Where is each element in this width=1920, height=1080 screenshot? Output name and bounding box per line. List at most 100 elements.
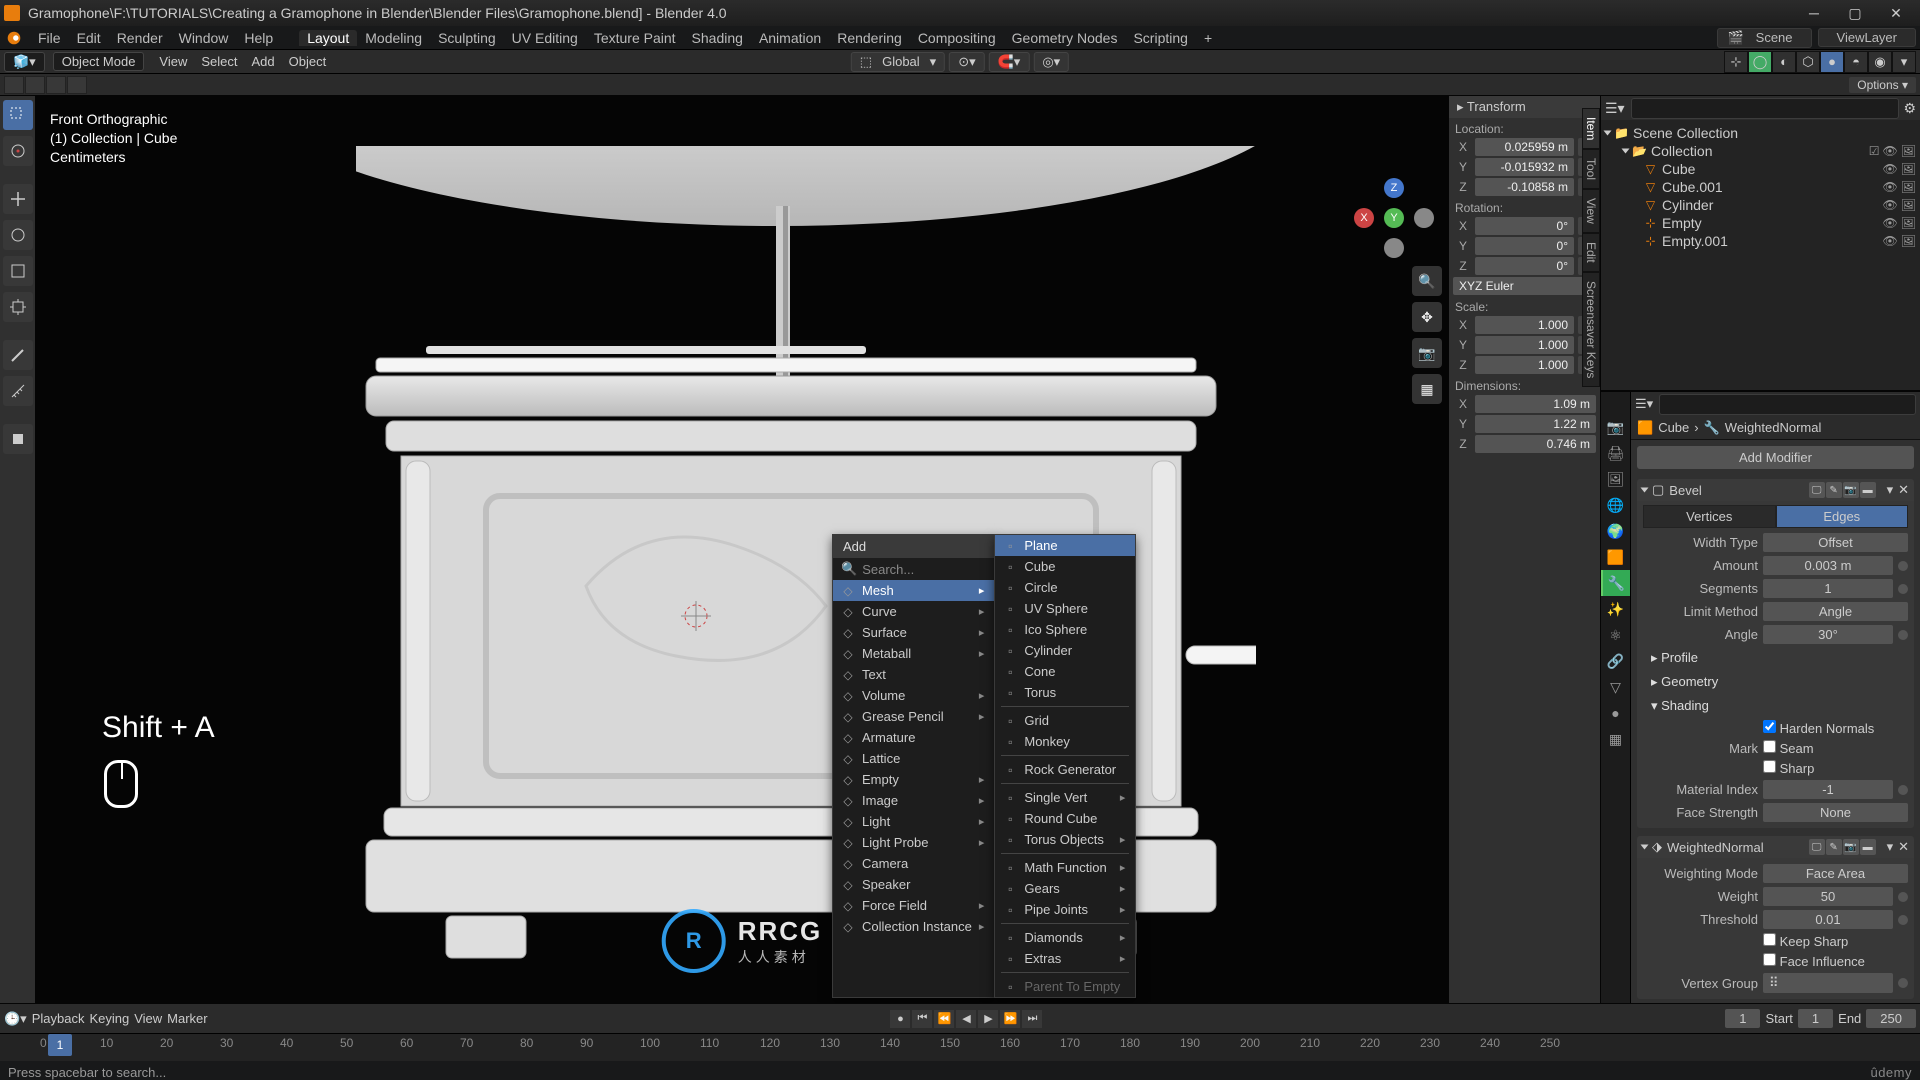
timeline-playback[interactable]: Playback bbox=[32, 1011, 85, 1026]
outliner-tree[interactable]: 📁Scene Collection 📂Collection☑👁🖼 ▽Cube👁🖼… bbox=[1601, 120, 1920, 390]
xray-toggle[interactable]: ◐ bbox=[1772, 51, 1796, 73]
angle[interactable]: 30° bbox=[1763, 625, 1893, 644]
mesh-item-torus-objects[interactable]: ▫Torus Objects▸ bbox=[995, 829, 1135, 850]
outliner-item[interactable]: ⊹Empty👁🖼 bbox=[1603, 214, 1918, 232]
pivot-dropdown[interactable]: ⊙▾ bbox=[949, 52, 984, 72]
workspace-tab[interactable]: Shading bbox=[684, 30, 751, 46]
prop-tab-physics[interactable]: ⚛ bbox=[1601, 622, 1630, 648]
proportional-toggle[interactable]: ◎▾ bbox=[1033, 52, 1069, 72]
props-type-icon[interactable]: ☰▾ bbox=[1635, 396, 1653, 412]
playhead[interactable]: 1 bbox=[48, 1034, 72, 1056]
tool-rotate[interactable] bbox=[3, 220, 33, 250]
mesh-item-torus[interactable]: ▫Torus bbox=[995, 682, 1135, 703]
close-button[interactable]: ✕ bbox=[1876, 2, 1916, 24]
rotation-mode[interactable]: XYZ Euler bbox=[1453, 277, 1596, 295]
weighting-mode[interactable]: Face Area bbox=[1763, 864, 1908, 883]
end-frame[interactable]: 250 bbox=[1866, 1009, 1916, 1028]
add-item-speaker[interactable]: ◇Speaker bbox=[833, 874, 994, 895]
prev-key-icon[interactable]: ⏪ bbox=[934, 1010, 954, 1028]
snap-toggle[interactable]: 🧲▾ bbox=[989, 52, 1030, 72]
mod-close-icon[interactable]: ✕ bbox=[1898, 839, 1909, 855]
prop-tab-constraints[interactable]: 🔗 bbox=[1601, 648, 1630, 674]
mesh-item-circle[interactable]: ▫Circle bbox=[995, 577, 1135, 598]
add-item-image[interactable]: ◇Image▸ bbox=[833, 790, 994, 811]
prop-tab-viewlayer[interactable]: 🖼 bbox=[1601, 466, 1630, 492]
prop-tab-output[interactable]: 🖨 bbox=[1601, 440, 1630, 466]
segments[interactable]: 1 bbox=[1763, 579, 1893, 598]
minimize-button[interactable]: ─ bbox=[1794, 2, 1834, 24]
tool-scale[interactable] bbox=[3, 256, 33, 286]
timeline-keying[interactable]: Keying bbox=[89, 1011, 129, 1026]
mod-edit-icon[interactable]: ✎ bbox=[1826, 482, 1842, 498]
tool-transform[interactable] bbox=[3, 292, 33, 322]
prop-tab-render[interactable]: 📷 bbox=[1601, 414, 1630, 440]
gizmo-neg-icon[interactable] bbox=[1414, 208, 1434, 228]
mod-render-icon[interactable]: 📷 bbox=[1843, 839, 1859, 855]
autokey-icon[interactable]: ● bbox=[890, 1010, 910, 1028]
add-item-empty[interactable]: ◇Empty▸ bbox=[833, 769, 994, 790]
options-popover[interactable]: Options ▾ bbox=[1849, 77, 1916, 93]
mod-cage-icon[interactable]: ▬ bbox=[1860, 482, 1876, 498]
invert-icon[interactable] bbox=[1898, 978, 1908, 988]
dim-z[interactable]: 0.746 m bbox=[1475, 435, 1596, 453]
mod-edit-icon[interactable]: ✎ bbox=[1826, 839, 1842, 855]
pivot-options[interactable] bbox=[4, 76, 24, 94]
shading-options[interactable]: ▾ bbox=[1892, 51, 1916, 73]
mesh-item-ico-sphere[interactable]: ▫Ico Sphere bbox=[995, 619, 1135, 640]
mesh-item-cylinder[interactable]: ▫Cylinder bbox=[995, 640, 1135, 661]
mesh-item-grid[interactable]: ▫Grid bbox=[995, 710, 1135, 731]
width-type[interactable]: Offset bbox=[1763, 533, 1908, 552]
crumb-modifier[interactable]: WeightedNormal bbox=[1725, 420, 1822, 435]
mark-seam-check[interactable] bbox=[1763, 740, 1776, 753]
next-key-icon[interactable]: ⏩ bbox=[1000, 1010, 1020, 1028]
mode-dropdown[interactable]: Object Mode bbox=[53, 52, 145, 71]
transform-header[interactable]: ▸ Transform bbox=[1449, 96, 1600, 118]
outliner-item[interactable]: ▽Cube.001👁🖼 bbox=[1603, 178, 1918, 196]
pan-icon[interactable]: ✥ bbox=[1412, 302, 1442, 332]
timeline-type-icon[interactable]: 🕒▾ bbox=[4, 1011, 27, 1027]
npanel-tab-screencast[interactable]: Screensaver Keys bbox=[1582, 272, 1600, 387]
mesh-item-uv-sphere[interactable]: ▫UV Sphere bbox=[995, 598, 1135, 619]
keyframe-icon[interactable] bbox=[1898, 915, 1908, 925]
mesh-item-extras[interactable]: ▫Extras▸ bbox=[995, 948, 1135, 969]
gizmo-neg-icon[interactable] bbox=[1384, 238, 1404, 258]
mod-realtime-icon[interactable]: 🖵 bbox=[1809, 839, 1825, 855]
bevel-vertices[interactable]: Vertices bbox=[1643, 505, 1776, 528]
face-influence-check[interactable] bbox=[1763, 953, 1776, 966]
mod-close-icon[interactable]: ✕ bbox=[1898, 482, 1909, 498]
mesh-item-single-vert[interactable]: ▫Single Vert▸ bbox=[995, 787, 1135, 808]
jump-start-icon[interactable]: ⏮ bbox=[912, 1010, 932, 1028]
workspace-tab[interactable]: Scripting bbox=[1125, 30, 1195, 46]
gizmo-toggle[interactable]: ⊹ bbox=[1724, 51, 1748, 73]
header-object[interactable]: Object bbox=[282, 54, 334, 69]
workspace-tab[interactable]: Compositing bbox=[910, 30, 1004, 46]
tool-select-box[interactable] bbox=[3, 100, 33, 130]
outliner-item[interactable]: ⊹Empty.001👁🖼 bbox=[1603, 232, 1918, 250]
workspace-tab[interactable]: Modeling bbox=[357, 30, 430, 46]
workspace-tab[interactable]: UV Editing bbox=[504, 30, 586, 46]
add-item-surface[interactable]: ◇Surface▸ bbox=[833, 622, 994, 643]
dim-y[interactable]: 1.22 m bbox=[1475, 415, 1596, 433]
amount[interactable]: 0.003 m bbox=[1763, 556, 1893, 575]
mesh-item-diamonds[interactable]: ▫Diamonds▸ bbox=[995, 927, 1135, 948]
3d-viewport[interactable]: Front Orthographic (1) Collection | Cube… bbox=[36, 96, 1448, 1003]
outliner-type-icon[interactable]: ☰▾ bbox=[1605, 100, 1625, 117]
add-item-curve[interactable]: ◇Curve▸ bbox=[833, 601, 994, 622]
mod-dropdown-icon[interactable]: ▾ bbox=[1887, 839, 1894, 855]
mesh-item-rock-generator[interactable]: ▫Rock Generator bbox=[995, 759, 1135, 780]
keyframe-icon[interactable] bbox=[1898, 584, 1908, 594]
prop-tab-data[interactable]: ▽ bbox=[1601, 674, 1630, 700]
limit-method[interactable]: Angle bbox=[1763, 602, 1908, 621]
scene-selector[interactable]: 🎬 Scene bbox=[1717, 28, 1812, 48]
harden-normals-check[interactable] bbox=[1763, 720, 1776, 733]
menu-file[interactable]: File bbox=[30, 30, 69, 46]
timeline-ruler[interactable]: 0102030405060708090100110120130140150160… bbox=[0, 1033, 1920, 1061]
tool-move[interactable] bbox=[3, 184, 33, 214]
mesh-item-cube[interactable]: ▫Cube bbox=[995, 556, 1135, 577]
prop-tab-material[interactable]: ● bbox=[1601, 700, 1630, 726]
timeline-marker[interactable]: Marker bbox=[167, 1011, 207, 1026]
shading-solid[interactable]: ● bbox=[1820, 51, 1844, 73]
mesh-item-monkey[interactable]: ▫Monkey bbox=[995, 731, 1135, 752]
shading-rendered[interactable]: ◉ bbox=[1868, 51, 1892, 73]
workspace-tab[interactable]: Rendering bbox=[829, 30, 910, 46]
